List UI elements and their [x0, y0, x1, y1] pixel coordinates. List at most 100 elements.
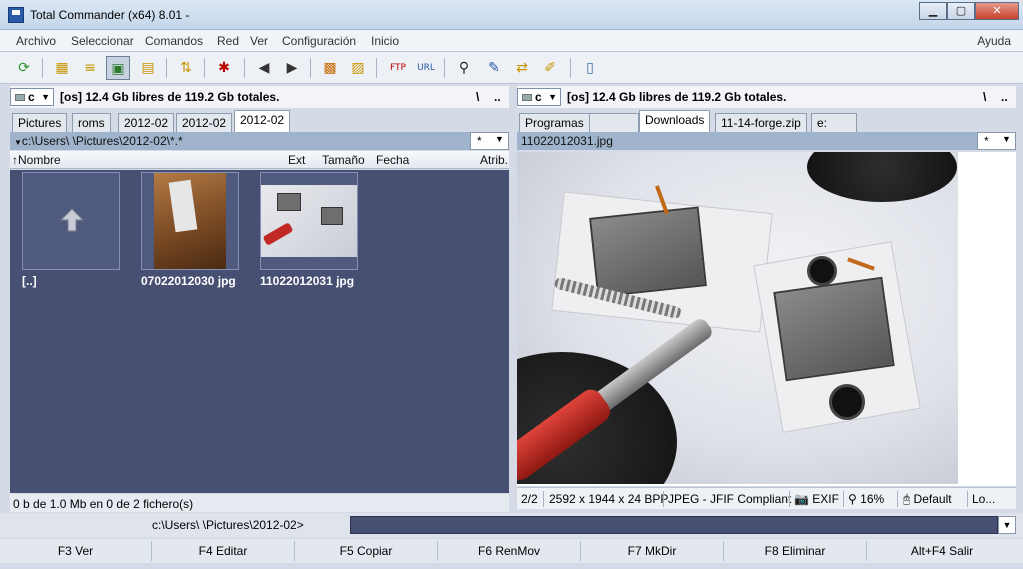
edit-icon[interactable]: ✐ — [538, 56, 562, 80]
status-separator — [543, 491, 544, 507]
f8-delete-button[interactable]: F8 Eliminar — [724, 541, 867, 561]
image-viewer[interactable] — [517, 152, 1016, 486]
toolbar-separator — [166, 58, 167, 78]
left-path[interactable]: ▼c:\Users\ \Pictures\2012-02\*.* — [14, 134, 183, 148]
status-separator — [967, 491, 968, 507]
brief-view-icon[interactable]: ▦ — [50, 56, 74, 80]
chevron-down-icon: ▼ — [548, 92, 557, 102]
mark-icon[interactable]: ✱ — [212, 56, 236, 80]
col-ext[interactable]: Ext — [288, 153, 305, 167]
pack-icon[interactable]: ▩ — [318, 56, 342, 80]
search-binoculars-icon[interactable]: ⚲ — [452, 56, 476, 80]
drive-icon — [15, 94, 25, 101]
url-icon[interactable]: URL — [414, 56, 438, 80]
f3-view-button[interactable]: F3 Ver — [0, 541, 152, 561]
title-bar: Total Commander (x64) 8.01 - ▁ ▢ ✕ — [0, 0, 1023, 30]
status-separator — [843, 491, 844, 507]
load-button[interactable]: Lo... — [972, 492, 995, 506]
file-label-07022012030: 07022012030 jpg — [141, 274, 236, 288]
refresh-icon[interactable]: ⟳ — [12, 56, 36, 80]
unpack-icon[interactable]: ▨ — [346, 56, 370, 80]
menu-red[interactable]: Red — [217, 34, 239, 48]
menu-configuracion[interactable]: Configuración — [282, 34, 356, 48]
f5-copy-button[interactable]: F5 Copiar — [295, 541, 438, 561]
f7-mkdir-button[interactable]: F7 MkDir — [581, 541, 724, 561]
tab-downloads-active[interactable]: Downloads — [639, 110, 711, 132]
altf4-exit-button[interactable]: Alt+F4 Salir — [867, 541, 1017, 561]
image-dimensions: 2592 x 1944 x 24 BPP — [549, 492, 669, 506]
full-view-icon[interactable]: ≡ — [78, 56, 102, 80]
command-prompt: c:\Users\ \Pictures\2012-02> — [152, 518, 304, 532]
thumbnail-11022012031[interactable] — [260, 172, 358, 270]
menu-comandos[interactable]: Comandos — [145, 34, 203, 48]
right-root-button[interactable]: \ — [983, 90, 986, 104]
tab-2012-02-b[interactable]: 2012-02 — [176, 113, 233, 132]
close-button[interactable]: ✕ — [975, 2, 1019, 20]
tab-2012-02-a[interactable]: 2012-02 — [118, 113, 175, 132]
menu-ver[interactable]: Ver — [250, 34, 268, 48]
command-input[interactable] — [350, 516, 998, 534]
right-drive-info: [os] 12.4 Gb libres de 119.2 Gb totales. — [567, 90, 787, 104]
col-size[interactable]: Tamaño — [322, 153, 365, 167]
left-drive-select[interactable]: c ▼ — [10, 88, 54, 106]
back-icon[interactable]: ◀ — [252, 56, 276, 80]
ftp-icon[interactable]: FTP — [386, 56, 410, 80]
menu-inicio[interactable]: Inicio — [371, 34, 399, 48]
forward-icon[interactable]: ▶ — [280, 56, 304, 80]
tab-pictures[interactable]: Pictures — [12, 113, 68, 132]
tab-forge-zip[interactable]: 11-14-forge.zip — [715, 113, 807, 132]
tab-programas[interactable]: Programas — [519, 113, 590, 132]
magnifier-icon: ⚲ — [848, 492, 857, 506]
mouse-icon: 🖰 — [903, 492, 911, 506]
col-date[interactable]: Fecha — [376, 153, 409, 167]
photo-preview — [517, 152, 958, 484]
status-separator — [789, 491, 790, 507]
thumbnail-07022012030[interactable] — [141, 172, 239, 270]
app-floppy-icon — [8, 7, 24, 23]
tab-e-drive[interactable]: e: — [811, 113, 857, 132]
photo-thumbnail — [154, 173, 226, 269]
toolbar-separator — [204, 58, 205, 78]
menu-archivo[interactable]: Archivo — [16, 34, 56, 48]
image-index: 2/2 — [521, 492, 538, 506]
left-up-button[interactable]: .. — [494, 90, 501, 104]
thumbnail-view-icon[interactable]: ▣ — [106, 56, 130, 80]
command-history-dropdown[interactable]: ▼ — [998, 516, 1016, 534]
col-name[interactable]: ↑Nombre — [12, 153, 61, 167]
rename-icon[interactable]: ✎ — [482, 56, 506, 80]
tab-roms[interactable]: roms — [72, 113, 111, 132]
left-file-list[interactable]: [..] 07022012030 jpg 11022012031 jpg — [10, 170, 509, 493]
right-up-button[interactable]: .. — [1001, 90, 1008, 104]
right-path-bar: 11022012031.jpg * ▼ — [517, 132, 1016, 150]
right-status-bar: 2/2 2592 x 1944 x 24 BPP JPEG - JFIF Com… — [517, 487, 1016, 509]
chevron-down-icon: ▼ — [14, 138, 22, 147]
maximize-button[interactable]: ▢ — [947, 2, 975, 20]
minimize-button[interactable]: ▁ — [919, 2, 947, 20]
mode-button[interactable]: 🖰 Default — [903, 492, 952, 507]
tab-blank[interactable] — [589, 113, 639, 132]
left-status-text: 0 b de 1.0 Mb en 0 de 2 fichero(s) — [13, 497, 194, 511]
zoom-button[interactable]: ⚲ 16% — [848, 492, 884, 506]
toolbar: ⟳ ▦ ≡ ▣ ▤ ⇅ ✱ ◀ ▶ ▩ ▨ FTP URL ⚲ ✎ ⇄ ✐ ▯ — [0, 52, 1023, 84]
menu-seleccionar[interactable]: Seleccionar — [71, 34, 134, 48]
f4-edit-button[interactable]: F4 Editar — [152, 541, 295, 561]
right-tabs: Programas Downloads 11-14-forge.zip e: — [517, 110, 1016, 132]
chevron-down-icon: ▼ — [1002, 520, 1012, 530]
thumbnail-parent-dir[interactable] — [22, 172, 120, 270]
tab-2012-02-active[interactable]: 2012-02 — [234, 110, 291, 132]
tree-view-icon[interactable]: ▤ — [136, 56, 160, 80]
notepad-icon[interactable]: ▯ — [578, 56, 602, 80]
right-drive-select[interactable]: c ▼ — [517, 88, 561, 106]
right-filter[interactable]: * ▼ — [977, 132, 1016, 150]
left-tabs: Pictures roms 2012-02 2012-02 2012-02 — [10, 110, 509, 132]
left-filter[interactable]: * ▼ — [470, 132, 509, 150]
col-attr[interactable]: Atrib. — [480, 153, 508, 167]
compare-icon[interactable]: ⇅ — [174, 56, 198, 80]
function-key-bar: F3 Ver F4 Editar F5 Copiar F6 RenMov F7 … — [0, 539, 1023, 563]
f6-renmov-button[interactable]: F6 RenMov — [438, 541, 581, 561]
exif-button[interactable]: 📷 EXIF — [794, 492, 839, 506]
right-path[interactable]: 11022012031.jpg — [521, 134, 613, 148]
sync-icon[interactable]: ⇄ — [510, 56, 534, 80]
menu-ayuda[interactable]: Ayuda — [977, 34, 1011, 48]
left-root-button[interactable]: \ — [476, 90, 479, 104]
